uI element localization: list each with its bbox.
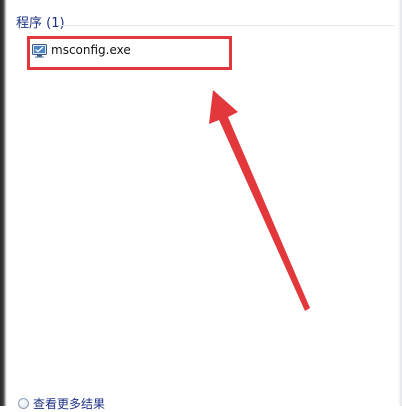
- see-more-results-label: 查看更多结果: [33, 396, 106, 411]
- window-edge-left: [0, 0, 7, 406]
- window-edge-right: [398, 0, 402, 406]
- start-menu-search-panel: 程序 (1) msconfig.exe 查看更多结果: [0, 0, 402, 411]
- group-divider: [58, 25, 394, 26]
- search-result-label: msconfig.exe: [51, 43, 131, 57]
- search-result-msconfig[interactable]: msconfig.exe: [30, 39, 226, 61]
- search-more-icon: [18, 397, 29, 409]
- programs-group-header[interactable]: 程序 (1): [16, 14, 65, 34]
- see-more-results-link[interactable]: 查看更多结果: [18, 395, 105, 411]
- msconfig-icon: [32, 43, 47, 58]
